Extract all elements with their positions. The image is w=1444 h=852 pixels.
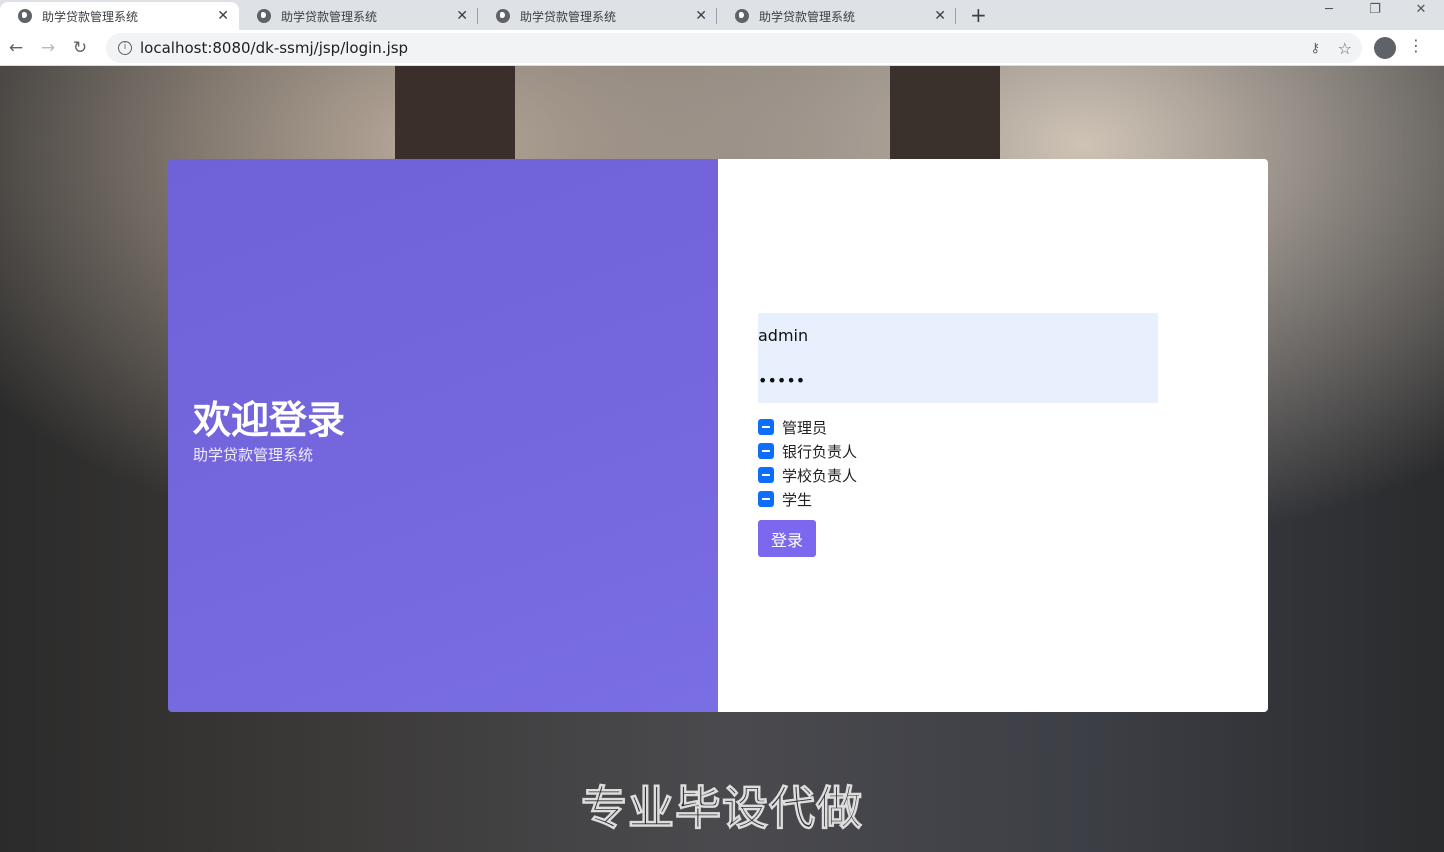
browser-toolbar: ← → ↻ i localhost:8080/dk-ssmj/jsp/login… bbox=[0, 30, 1444, 66]
forward-icon[interactable]: → bbox=[32, 38, 64, 58]
login-form: 管理员 银行负责人 学校负责人 学生 登录 bbox=[718, 159, 1268, 712]
tab-title: 助学贷款管理系统 bbox=[759, 9, 856, 24]
username-input[interactable] bbox=[758, 313, 1158, 358]
new-tab-button[interactable]: + bbox=[956, 2, 1001, 30]
tab-title: 助学贷款管理系统 bbox=[281, 9, 378, 24]
close-tab-icon[interactable]: ✕ bbox=[695, 8, 707, 24]
address-bar[interactable]: i localhost:8080/dk-ssmj/jsp/login.jsp ⚷… bbox=[106, 33, 1362, 63]
role-options: 管理员 银行负责人 学校负责人 学生 bbox=[758, 415, 857, 511]
minimize-icon[interactable]: ─ bbox=[1306, 0, 1352, 20]
globe-icon bbox=[18, 9, 32, 23]
back-icon[interactable]: ← bbox=[0, 38, 32, 58]
menu-icon[interactable]: ⋮ bbox=[1408, 36, 1424, 55]
profile-icon[interactable] bbox=[1374, 37, 1396, 59]
login-button[interactable]: 登录 bbox=[758, 520, 816, 557]
checkbox-icon[interactable] bbox=[758, 443, 774, 459]
role-option-admin[interactable]: 管理员 bbox=[758, 415, 857, 439]
system-name: 助学贷款管理系统 bbox=[193, 446, 314, 464]
close-tab-icon[interactable]: ✕ bbox=[217, 8, 229, 24]
checkbox-icon[interactable] bbox=[758, 491, 774, 507]
role-label: 管理员 bbox=[782, 418, 828, 437]
url-text[interactable]: localhost:8080/dk-ssmj/jsp/login.jsp bbox=[140, 39, 408, 57]
window-controls: ─ ❐ ✕ bbox=[1306, 0, 1444, 20]
browser-tab[interactable]: 助学贷款管理系统 ✕ bbox=[717, 2, 956, 30]
login-card: 欢迎登录 助学贷款管理系统 管理员 银行负责人 学校负责人 学生 登录 bbox=[168, 159, 1268, 712]
globe-icon bbox=[735, 9, 749, 23]
checkbox-icon[interactable] bbox=[758, 467, 774, 483]
role-label: 学生 bbox=[782, 490, 813, 509]
key-icon[interactable]: ⚷ bbox=[1310, 41, 1320, 56]
info-icon[interactable]: i bbox=[118, 41, 132, 55]
role-option-bank[interactable]: 银行负责人 bbox=[758, 439, 857, 463]
watermark-caption: 专业毕设代做 bbox=[581, 781, 863, 836]
tab-title: 助学贷款管理系统 bbox=[520, 9, 617, 24]
globe-icon bbox=[496, 9, 510, 23]
reload-icon[interactable]: ↻ bbox=[64, 38, 96, 58]
role-label: 学校负责人 bbox=[782, 466, 858, 485]
checkbox-icon[interactable] bbox=[758, 419, 774, 435]
welcome-panel: 欢迎登录 助学贷款管理系统 bbox=[168, 159, 718, 712]
star-icon[interactable]: ☆ bbox=[1338, 39, 1352, 58]
welcome-title: 欢迎登录 bbox=[193, 398, 346, 442]
globe-icon bbox=[257, 9, 271, 23]
browser-tab[interactable]: 助学贷款管理系统 ✕ bbox=[478, 2, 717, 30]
browser-tab[interactable]: 助学贷款管理系统 ✕ bbox=[0, 2, 239, 30]
role-option-student[interactable]: 学生 bbox=[758, 487, 857, 511]
role-label: 银行负责人 bbox=[782, 442, 858, 461]
browser-tab[interactable]: 助学贷款管理系统 ✕ bbox=[239, 2, 478, 30]
tab-strip: 助学贷款管理系统 ✕ 助学贷款管理系统 ✕ 助学贷款管理系统 ✕ 助学贷款管理系统 ✕ … bbox=[0, 0, 1444, 30]
close-tab-icon[interactable]: ✕ bbox=[456, 8, 468, 24]
role-option-school[interactable]: 学校负责人 bbox=[758, 463, 857, 487]
restore-icon[interactable]: ❐ bbox=[1352, 0, 1398, 20]
close-tab-icon[interactable]: ✕ bbox=[934, 8, 946, 24]
close-window-icon[interactable]: ✕ bbox=[1398, 0, 1444, 20]
password-input[interactable] bbox=[758, 358, 1158, 403]
tab-title: 助学贷款管理系统 bbox=[42, 9, 139, 24]
